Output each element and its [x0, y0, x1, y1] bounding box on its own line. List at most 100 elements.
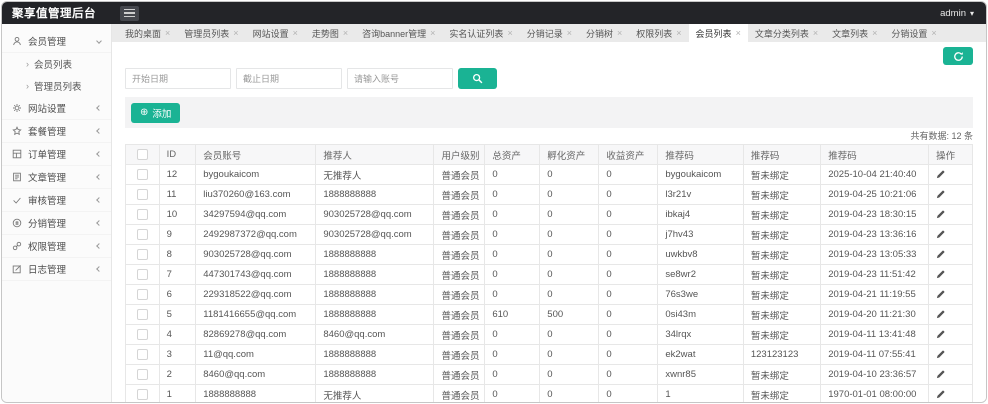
column-header-9: 推荐码: [743, 145, 820, 165]
sidebar-item-package-management[interactable]: 套餐管理: [2, 120, 111, 143]
cell-col-3: 1888888888: [316, 345, 434, 365]
edit-button[interactable]: [936, 207, 945, 222]
cell-col-4: 普通会员: [434, 245, 485, 265]
tab-member-list[interactable]: 会员列表×: [689, 24, 748, 42]
account-input[interactable]: [347, 68, 453, 89]
edit-pencil-icon: [936, 290, 945, 299]
end-date-input[interactable]: [236, 68, 342, 89]
cell-col-7: 0: [599, 205, 658, 225]
tab-site-settings[interactable]: 网站设置 ×: [246, 24, 305, 42]
cell-col-8: ek2wat: [658, 345, 744, 365]
edit-button[interactable]: [936, 187, 945, 202]
row-checkbox[interactable]: [137, 309, 148, 320]
edit-button[interactable]: [936, 167, 945, 182]
tab-article-list[interactable]: 文章列表×: [825, 24, 884, 42]
edit-button[interactable]: [936, 347, 945, 362]
hamburger-menu-icon[interactable]: [120, 6, 139, 21]
row-checkbox[interactable]: [137, 229, 148, 240]
refresh-button[interactable]: [943, 47, 973, 65]
user-menu[interactable]: admin ▾: [940, 8, 986, 19]
cell-col-6: 0: [540, 325, 599, 345]
row-checkbox[interactable]: [137, 349, 148, 360]
cell-col-2: bygoukaicom: [196, 165, 316, 185]
row-checkbox[interactable]: [137, 329, 148, 340]
sidebar-subitem-admin-list[interactable]: ›管理员列表: [2, 75, 111, 97]
tab-label: 网站设置: [253, 27, 289, 40]
tab-permission-list[interactable]: 权限列表×: [629, 24, 688, 42]
sidebar-subitem-member-list[interactable]: ›会员列表: [2, 53, 111, 75]
close-icon[interactable]: ×: [430, 28, 435, 38]
tab-label: 我的桌面: [125, 27, 161, 40]
tab-admin-list[interactable]: 管理员列表×: [177, 24, 245, 42]
cell-col-6: 500: [540, 305, 599, 325]
tab-article-category-list[interactable]: 文章分类列表×: [748, 24, 825, 42]
tab-realname-auth-list[interactable]: 实名认证列表×: [442, 24, 519, 42]
start-date-input[interactable]: [125, 68, 231, 89]
row-checkbox[interactable]: [137, 189, 148, 200]
tab-trend-chart[interactable]: 走势图×: [305, 24, 355, 42]
sidebar-item-audit-management[interactable]: 审核管理: [2, 189, 111, 212]
sidebar-item-permission-management[interactable]: 权限管理: [2, 235, 111, 258]
sidebar-item-article-management[interactable]: 文章管理: [2, 166, 111, 189]
table-header: ID会员账号推荐人用户级别总资产孵化资产收益资产推荐码推荐码推荐码操作: [126, 145, 973, 165]
tab-distribution-records[interactable]: 分销记录×: [520, 24, 579, 42]
row-checkbox[interactable]: [137, 369, 148, 380]
sidebar-item-order-management[interactable]: 订单管理: [2, 143, 111, 166]
close-icon[interactable]: ×: [676, 28, 681, 38]
edit-button[interactable]: [936, 267, 945, 282]
cell-col-4: 普通会员: [434, 385, 485, 404]
cell-col-7: 0: [599, 285, 658, 305]
edit-button[interactable]: [936, 307, 945, 322]
close-icon[interactable]: ×: [813, 28, 818, 38]
add-button[interactable]: ⊕添加: [131, 103, 180, 123]
sidebar-item-label: 订单管理: [28, 147, 66, 161]
cell-col-9: 暂未绑定: [743, 365, 820, 385]
row-checkbox[interactable]: [137, 209, 148, 220]
edit-button[interactable]: [936, 287, 945, 302]
edit-button[interactable]: [936, 327, 945, 342]
sidebar-item-member-management[interactable]: 会员管理: [2, 30, 111, 53]
tab-my-desktop[interactable]: 我的桌面 ×: [118, 24, 177, 42]
sidebar-item-log-management[interactable]: 日志管理: [2, 258, 111, 281]
table-row: 11888888888无推荐人普通会员0001暂未绑定1970-01-01 08…: [126, 385, 973, 404]
select-all-checkbox[interactable]: [137, 149, 148, 160]
tab-label: 咨询banner管理: [362, 27, 426, 40]
close-icon[interactable]: ×: [872, 28, 877, 38]
close-icon[interactable]: ×: [567, 28, 572, 38]
cell-col-8: 1: [658, 385, 744, 404]
tab-consult-banner-management[interactable]: 咨询banner管理 ×: [355, 24, 442, 42]
close-icon[interactable]: ×: [931, 28, 936, 38]
edit-button[interactable]: [936, 367, 945, 382]
close-icon[interactable]: ×: [617, 28, 622, 38]
cell-col-10: 1970-01-01 08:00:00: [821, 385, 929, 404]
sidebar-item-site-settings[interactable]: 网站设置: [2, 97, 111, 120]
cell-col-2: 82869278@qq.com: [196, 325, 316, 345]
table-row: 8903025728@qq.com1888888888普通会员000uwkbv8…: [126, 245, 973, 265]
sidebar-item-label: 套餐管理: [28, 124, 66, 138]
row-checkbox[interactable]: [137, 289, 148, 300]
row-checkbox[interactable]: [137, 389, 148, 400]
edit-button[interactable]: [936, 387, 945, 402]
cell-col-1: 2: [159, 365, 196, 385]
tab-distribution-settings[interactable]: 分销设置×: [884, 24, 943, 42]
close-icon[interactable]: ×: [233, 28, 238, 38]
sidebar-item-distribution-management[interactable]: 分销管理: [2, 212, 111, 235]
chevron-left-icon: [96, 266, 102, 272]
cell-col-2: 8460@qq.com: [196, 365, 316, 385]
page-content: ⊕添加 共有数据: 12 条 ID会员账号推荐人用户级别总资产孵化资产收益资产推…: [112, 42, 986, 403]
row-checkbox[interactable]: [137, 269, 148, 280]
close-icon[interactable]: ×: [293, 28, 298, 38]
tab-distribution-tree[interactable]: 分销树×: [579, 24, 629, 42]
cell-col-8: l3r21v: [658, 185, 744, 205]
search-button[interactable]: [458, 68, 497, 89]
close-icon[interactable]: ×: [343, 28, 348, 38]
edit-button[interactable]: [936, 227, 945, 242]
row-actions-cell: [929, 305, 973, 325]
row-checkbox[interactable]: [137, 249, 148, 260]
close-icon[interactable]: ×: [507, 28, 512, 38]
edit-button[interactable]: [936, 247, 945, 262]
close-icon[interactable]: ×: [165, 28, 170, 38]
row-checkbox[interactable]: [137, 169, 148, 180]
close-icon[interactable]: ×: [736, 28, 741, 38]
table-row: 28460@qq.com1888888888普通会员000xwnr85暂未绑定2…: [126, 365, 973, 385]
